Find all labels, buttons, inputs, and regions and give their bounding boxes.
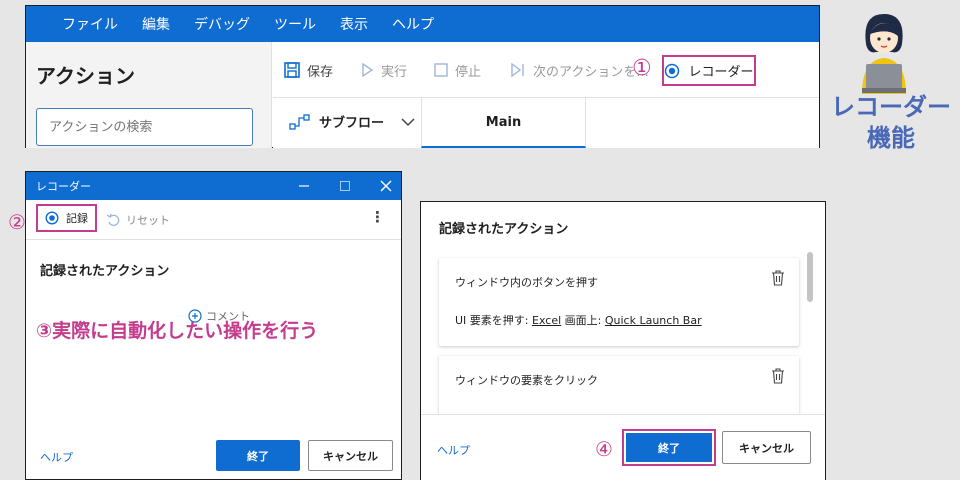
trash-icon[interactable] <box>771 270 785 286</box>
menu-bar: ファイル 編集 デバッグ ツール 表示 ヘルプ <box>26 6 819 42</box>
save-label: 保存 <box>307 64 334 80</box>
detail-mid: 画面上: <box>564 314 602 327</box>
cancel-button[interactable]: キャンセル <box>308 440 393 471</box>
play-icon <box>362 62 374 78</box>
subflow-label: サブフロー <box>319 116 385 131</box>
tab-main[interactable]: Main <box>421 98 586 148</box>
recorded-actions-panel: 記録されたアクション ウィンドウ内のボタンを押す UI 要素を押す: Excel… <box>420 201 826 480</box>
detail-window-link[interactable]: Quick Launch Bar <box>605 314 702 327</box>
recorder-titlebar: レコーダー <box>26 172 401 200</box>
save-button[interactable]: 保存 <box>283 58 333 82</box>
scrollbar-thumb[interactable] <box>807 252 813 302</box>
menu-file[interactable]: ファイル <box>62 14 118 34</box>
recorded-panel-footer: ヘルプ ④ 終了 キャンセル <box>421 414 825 480</box>
chevron-down-icon <box>401 117 415 126</box>
record-button[interactable]: 記録 <box>36 204 97 232</box>
finish-button[interactable]: 終了 <box>216 440 300 471</box>
step-3-instruction: ③実際に自動化したい操作を行う <box>36 320 319 342</box>
recorded-actions-heading: 記録されたアクション <box>439 222 569 237</box>
detail-prefix: UI 要素を押す: <box>455 314 529 327</box>
finish-button[interactable]: 終了 <box>626 433 712 462</box>
maximize-icon[interactable] <box>339 180 351 192</box>
action-detail: UI 要素を押す: Excel 画面上: Quick Launch Bar <box>455 312 702 328</box>
run-button[interactable]: 実行 <box>359 58 407 82</box>
step-next-icon <box>511 62 524 78</box>
action-title: ウィンドウの要素をクリック <box>455 374 598 387</box>
cancel-button[interactable]: キャンセル <box>722 431 811 464</box>
menu-view[interactable]: 表示 <box>340 14 368 34</box>
subflow-tabs: サブフロー Main <box>273 98 819 148</box>
more-options-icon[interactable]: ⋮ <box>370 208 385 226</box>
feature-title-line1: レコーダー <box>831 93 951 121</box>
finish-button-highlight[interactable]: 終了 <box>622 429 716 466</box>
step-1-marker: ① <box>632 56 652 81</box>
next-action-button[interactable]: 次のアクションを... <box>509 58 649 82</box>
subflow-dropdown[interactable]: サブフロー <box>289 112 416 131</box>
person-with-laptop-illustration <box>862 14 906 94</box>
menu-tools[interactable]: ツール <box>274 14 316 34</box>
record-icon <box>665 63 680 78</box>
close-icon[interactable] <box>380 180 392 192</box>
save-icon <box>284 62 300 78</box>
recorder-button[interactable]: レコーダー <box>662 55 756 86</box>
menu-edit[interactable]: 編集 <box>142 14 170 34</box>
stop-icon <box>434 63 448 77</box>
record-icon <box>45 211 59 225</box>
record-label: 記録 <box>66 212 88 225</box>
trash-icon[interactable] <box>771 368 785 384</box>
recorded-action-card[interactable]: ウィンドウ内のボタンを押す UI 要素を押す: Excel 画面上: Quick… <box>439 258 799 346</box>
recorder-toolbar: 記録 リセット ⋮ <box>26 200 401 240</box>
actions-search-input[interactable] <box>36 108 253 146</box>
detail-element-link[interactable]: Excel <box>532 314 561 327</box>
action-title: ウィンドウ内のボタンを押す <box>455 276 598 289</box>
recorded-actions-heading: 記録されたアクション <box>40 264 170 279</box>
feature-title: レコーダー 機能 <box>826 92 956 154</box>
reset-label: リセット <box>126 214 170 227</box>
help-link[interactable]: ヘルプ <box>40 449 73 465</box>
reset-button[interactable]: リセット <box>106 212 170 228</box>
stop-label: 停止 <box>455 64 482 80</box>
help-link[interactable]: ヘルプ <box>437 442 470 458</box>
actions-pane: アクション <box>26 42 272 148</box>
step-2-marker: ② <box>8 210 26 234</box>
subflow-icon <box>289 113 310 130</box>
pad-main-window: ファイル 編集 デバッグ ツール 表示 ヘルプ アクション 保存 実行 <box>25 5 820 148</box>
feature-title-line2: 機能 <box>867 124 915 152</box>
menu-debug[interactable]: デバッグ <box>194 14 250 34</box>
recorder-title: レコーダー <box>36 180 91 193</box>
actions-pane-title: アクション <box>36 64 135 88</box>
minimize-icon[interactable] <box>298 182 310 190</box>
reset-icon <box>106 213 120 226</box>
run-label: 実行 <box>381 64 408 80</box>
step-4-marker: ④ <box>595 437 613 461</box>
menu-help[interactable]: ヘルプ <box>392 14 434 34</box>
recorder-label: レコーダー <box>688 65 754 80</box>
stop-button[interactable]: 停止 <box>433 58 481 82</box>
